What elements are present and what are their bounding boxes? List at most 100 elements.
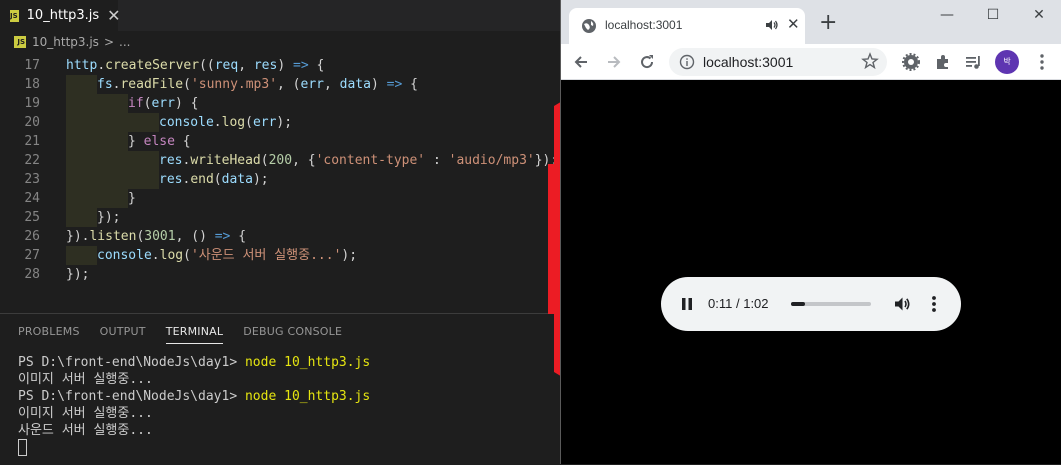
close-tab-icon[interactable]: ✕ [787, 15, 800, 33]
panel-tab-problems[interactable]: PROBLEMS [18, 325, 80, 344]
code-token: ( [260, 153, 269, 168]
new-tab-button[interactable]: + [819, 12, 837, 34]
code-token: log [159, 248, 184, 263]
code-token: listen [89, 229, 137, 244]
forward-icon[interactable] [604, 52, 624, 72]
code-text: } else { [128, 132, 191, 151]
terminal-output-text: 사운드 서버 실행중... [18, 423, 153, 438]
browser-toolbar: localhost:3001 박 [561, 44, 1061, 80]
line-number: 21 [24, 134, 40, 149]
code-line[interactable]: 19 if(err) { [0, 94, 560, 113]
code-token: http [66, 58, 98, 73]
line-number: 24 [24, 191, 40, 206]
code-token: res [159, 153, 183, 168]
indent-guide [66, 170, 97, 189]
code-token: ); [276, 115, 293, 130]
code-token: data [339, 77, 371, 92]
url-text[interactable]: localhost:3001 [703, 54, 793, 70]
code-token: , [324, 77, 340, 92]
browser-tab[interactable]: localhost:3001 ✕ [569, 8, 805, 44]
extensions-puzzle-icon[interactable] [933, 52, 953, 72]
code-text: http.createServer((req, res) => { [66, 56, 324, 75]
code-token: : [425, 153, 449, 168]
reload-icon[interactable] [637, 52, 657, 72]
minimize-button[interactable]: — [924, 0, 970, 30]
media-controls-icon[interactable] [964, 52, 984, 72]
code-token: { [402, 77, 418, 92]
code-line[interactable]: 20 console.log(err); [0, 113, 560, 132]
code-token: => [293, 58, 309, 73]
address-bar[interactable]: localhost:3001 [669, 48, 887, 76]
back-icon[interactable] [571, 52, 591, 72]
code-line[interactable]: 25}); [0, 208, 560, 227]
audio-playing-icon[interactable] [765, 18, 779, 32]
code-token: ( [213, 172, 222, 187]
indent-guide [66, 246, 97, 265]
code-line[interactable]: 18 fs.readFile('sunny.mp3', (err, data) =… [0, 75, 560, 94]
time-display: 0:11 / 1:02 [708, 296, 769, 311]
more-options-icon[interactable] [931, 295, 937, 313]
breadcrumb-more[interactable]: ... [119, 35, 130, 49]
close-window-button[interactable]: ✕ [1016, 0, 1061, 30]
code-token: => [214, 229, 231, 244]
line-number: 18 [24, 77, 40, 92]
code-token: , () [175, 229, 215, 244]
code-text: res.end(data); [159, 170, 269, 189]
code-line[interactable]: 23 res.end(data); [0, 170, 560, 189]
duration: 1:02 [743, 296, 769, 311]
code-line[interactable]: 17 http.createServer((req, res) => { [0, 56, 560, 75]
code-line[interactable]: 26}).listen(3001, () => { [0, 227, 560, 246]
code-token: . [97, 58, 106, 73]
code-text: console.log('사운드 서버 실행중...'); [97, 246, 357, 265]
code-token: res [159, 172, 183, 187]
code-token: { [230, 229, 247, 244]
code-token: end [190, 172, 214, 187]
code-token: ); [341, 248, 358, 263]
indent-guide [97, 113, 128, 132]
code-line[interactable]: 24} [0, 189, 560, 208]
code-token: , [238, 58, 254, 73]
terminal-command: node 10_http3.js [244, 355, 371, 370]
maximize-button[interactable]: ☐ [970, 0, 1016, 30]
terminal-cursor [18, 439, 27, 456]
code-line[interactable]: 28}); [0, 265, 560, 284]
extension-gear-icon[interactable] [901, 52, 921, 72]
panel-tab-output[interactable]: OUTPUT [100, 325, 146, 344]
code-line[interactable]: 27 console.log('사운드 서버 실행중...'); [0, 246, 560, 265]
terminal-output[interactable]: PS D:\front-end\NodeJs\day1> node 10_htt… [18, 354, 370, 456]
code-token: 200 [268, 153, 293, 168]
volume-icon[interactable] [893, 295, 911, 313]
code-token: err [252, 115, 277, 130]
code-token: ) [370, 77, 387, 92]
indent-guide [66, 75, 97, 94]
code-token: res [253, 58, 278, 73]
code-line[interactable]: 22 res.writeHead(200, {'content-type' : '… [0, 151, 560, 170]
code-line[interactable]: 21 } else { [0, 132, 560, 151]
code-token: console [159, 115, 214, 130]
terminal-output-text: 이미지 서버 실행중... [18, 372, 153, 387]
code-token: err [300, 77, 324, 92]
breadcrumb-file[interactable]: 10_http3.js [32, 35, 99, 49]
info-icon[interactable] [679, 54, 695, 70]
code-text: } [128, 189, 136, 208]
code-text: fs.readFile('sunny.mp3', (err, data) => … [97, 75, 418, 94]
indent-guide [97, 151, 128, 170]
code-token: }). [66, 229, 90, 244]
panel-tab-terminal[interactable]: TERMINAL [165, 325, 224, 344]
close-icon[interactable]: ✕ [107, 6, 120, 25]
terminal-prompt: PS D:\front-end\NodeJs\day1> [18, 355, 245, 370]
editor-tab[interactable]: JS 10_http3.js ✕ [0, 0, 121, 31]
seek-bar[interactable] [791, 302, 871, 306]
profile-avatar[interactable]: 박 [995, 50, 1019, 74]
code-token: fs [97, 77, 113, 92]
star-icon[interactable] [861, 52, 879, 70]
indent-guide [128, 113, 159, 132]
indent-guide [66, 132, 97, 151]
pause-icon[interactable] [680, 297, 694, 311]
menu-kebab-icon[interactable] [1032, 52, 1052, 72]
terminal-command: node 10_http3.js [244, 389, 371, 404]
code-text: res.writeHead(200, {'content-type' : 'au… [159, 151, 558, 170]
panel-tab-debug-console[interactable]: DEBUG CONSOLE [243, 325, 342, 344]
audio-player[interactable]: 0:11 / 1:02 [661, 277, 961, 331]
editor-tab-bar: JS 10_http3.js ✕ [0, 0, 560, 31]
